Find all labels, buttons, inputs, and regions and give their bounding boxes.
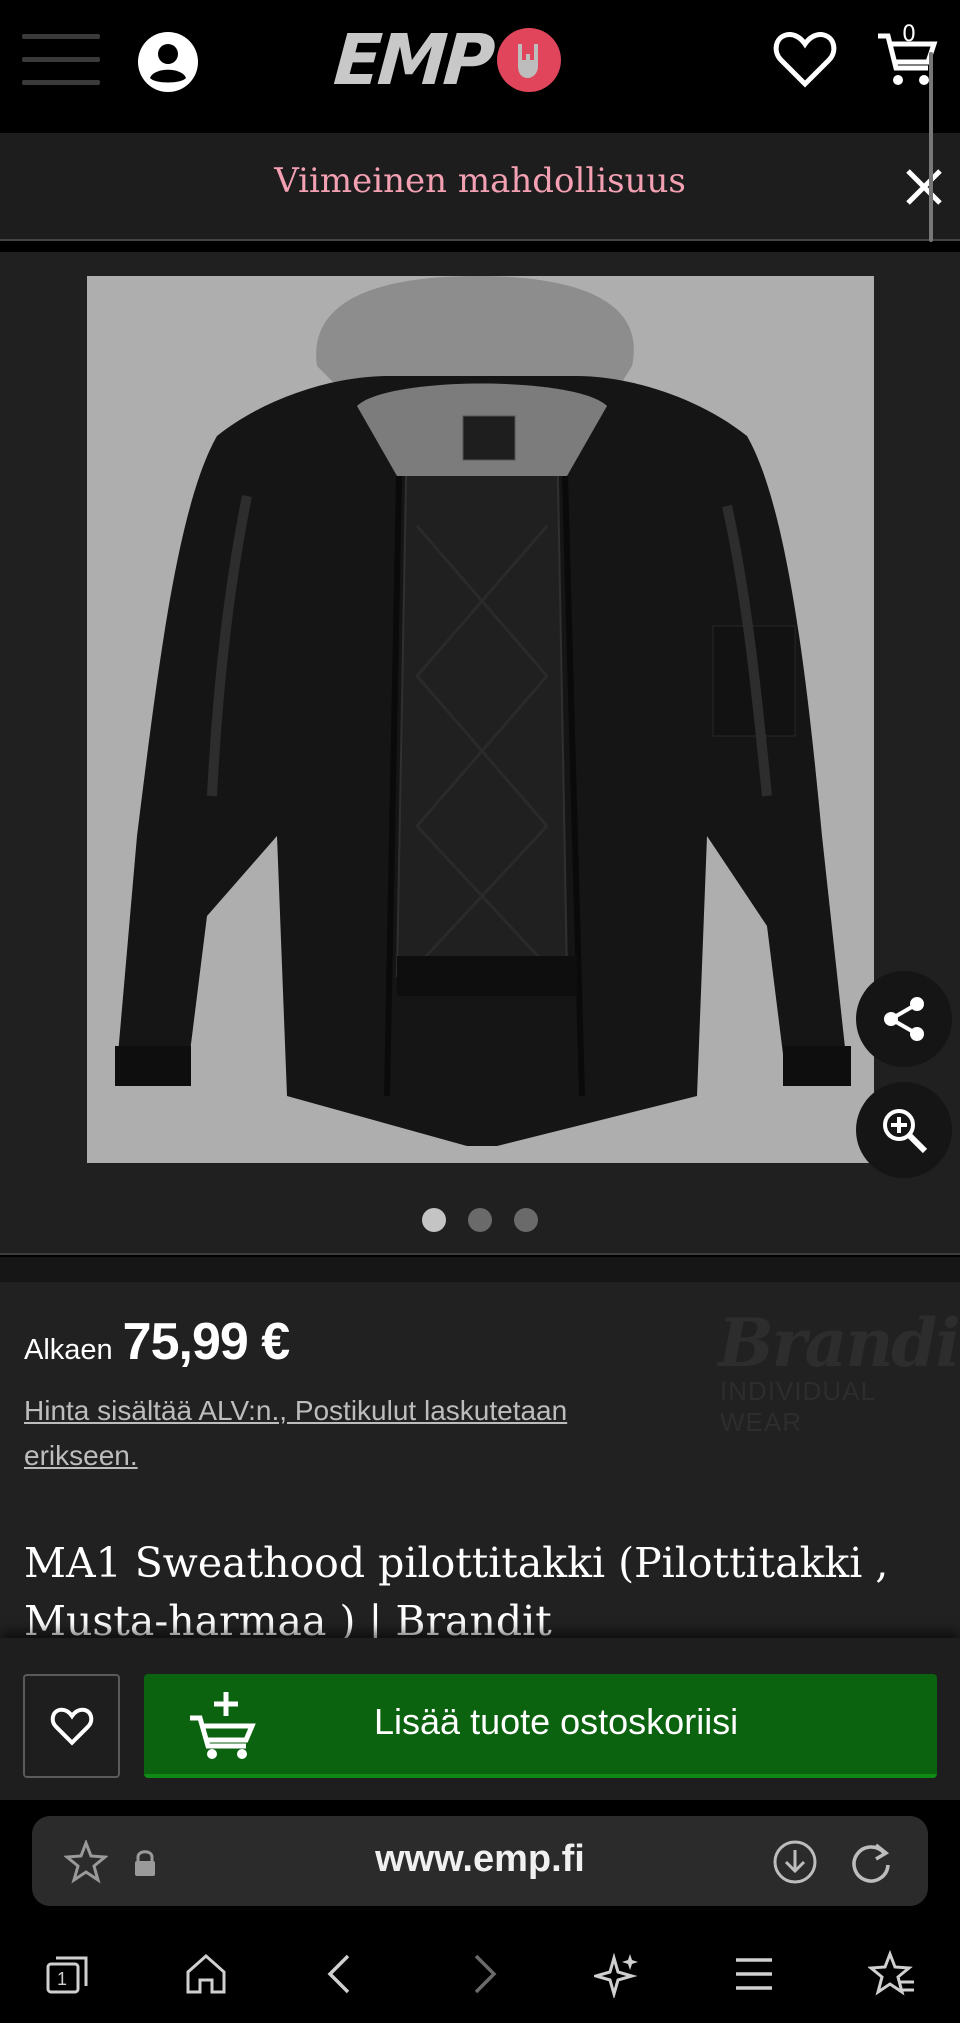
promo-banner: Viimeinen mahdollisuus	[0, 133, 960, 241]
cart-add-icon	[190, 1692, 256, 1759]
share-icon	[884, 997, 924, 1041]
price-note-link[interactable]: Hinta sisältää ALV:n., Postikulut laskut…	[24, 1388, 624, 1478]
product-info: Alkaen 75,99 € Hinta sisältää ALV:n., Po…	[0, 1282, 960, 1645]
hamburger-icon[interactable]	[22, 34, 100, 86]
carousel-dot-1[interactable]	[422, 1208, 446, 1232]
forward-icon[interactable]	[458, 1950, 506, 1998]
carousel-dot-2[interactable]	[468, 1208, 492, 1232]
ai-sparkle-icon[interactable]	[594, 1950, 642, 1998]
menu-icon[interactable]	[730, 1950, 778, 1998]
add-to-cart-label: Lisää tuote ostoskoriisi	[374, 1701, 739, 1742]
favorites-icon[interactable]	[868, 1950, 916, 1998]
heart-icon[interactable]	[772, 26, 838, 92]
brand-subtitle: INDIVIDUAL WEAR	[720, 1376, 875, 1437]
add-to-cart-button[interactable]: Lisää tuote ostoskoriisi	[144, 1674, 937, 1778]
reload-icon[interactable]	[848, 1839, 894, 1885]
rock-hand-icon	[496, 28, 561, 92]
product-gallery	[0, 252, 960, 1255]
product-title: MA1 Sweathood pilottitakki (Pilottitakki…	[24, 1539, 889, 1645]
browser-nav-row: 1	[0, 1950, 960, 2012]
price-row: Alkaen 75,99 €	[24, 1312, 290, 1372]
logo-text: EMP	[331, 19, 494, 101]
browser-toolbar: www.emp.fi 1	[0, 1800, 960, 2023]
banner-text: Viimeinen mahdollisuus	[274, 161, 686, 201]
home-icon[interactable]	[182, 1950, 230, 1998]
account-icon[interactable]	[137, 31, 199, 93]
site-header: EMP 0	[0, 0, 960, 133]
share-button[interactable]	[856, 971, 952, 1067]
address-bar[interactable]: www.emp.fi	[32, 1816, 928, 1906]
zoom-button[interactable]	[856, 1082, 952, 1178]
price-value: 75,99 €	[122, 1313, 290, 1371]
tab-count: 1	[57, 1969, 67, 1989]
brand-name: Brandit	[718, 1304, 960, 1382]
back-icon[interactable]	[318, 1950, 366, 1998]
carousel-dots	[0, 1208, 960, 1232]
price-prefix: Alkaen	[24, 1334, 113, 1366]
brand-logo[interactable]: Brandit INDIVIDUAL WEAR	[718, 1304, 960, 1437]
product-image[interactable]	[87, 276, 874, 1163]
tabs-icon[interactable]: 1	[44, 1950, 92, 1998]
sticky-cart-bar: Lisää tuote ostoskoriisi	[0, 1638, 960, 1800]
close-icon[interactable]	[900, 163, 948, 211]
download-icon[interactable]	[772, 1839, 818, 1885]
zoom-in-icon	[883, 1109, 928, 1154]
emp-logo[interactable]: EMP	[331, 19, 561, 101]
cart-count: 0	[902, 22, 916, 47]
carousel-dot-3[interactable]	[514, 1208, 538, 1232]
add-to-wishlist-button[interactable]	[23, 1674, 120, 1778]
scrollbar[interactable]	[929, 52, 933, 242]
heart-icon	[50, 1707, 93, 1746]
section-divider	[0, 1257, 960, 1282]
